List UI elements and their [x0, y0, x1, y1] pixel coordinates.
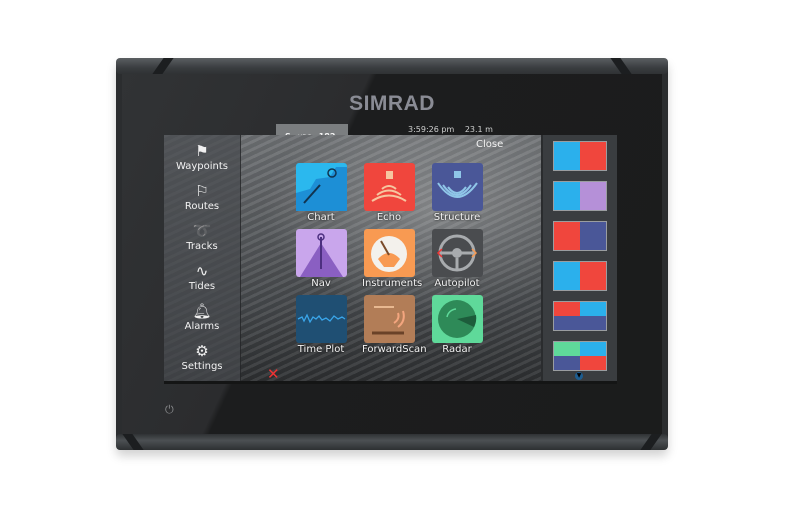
- app-label: ForwardScan: [362, 344, 427, 355]
- echo-pane: [554, 222, 580, 250]
- favorite-page[interactable]: [553, 221, 607, 251]
- sidebar-item-settings[interactable]: ⚙ Settings: [164, 341, 240, 372]
- sidebar-item-label: Tracks: [186, 241, 218, 252]
- bell-icon: 🔔︎: [192, 302, 212, 320]
- favorite-page[interactable]: [553, 141, 607, 171]
- app-label: Time Plot: [297, 344, 345, 355]
- rail-notch: [122, 434, 144, 450]
- top-rail: [116, 58, 668, 74]
- structure-pane: [580, 316, 606, 330]
- wave-icon: ∿: [195, 262, 209, 280]
- forwardscan-icon: [363, 295, 415, 343]
- app-label: Chart: [307, 212, 335, 223]
- app-label: Radar: [442, 344, 472, 355]
- app-structure[interactable]: Structure: [430, 163, 484, 224]
- chart-pane: [554, 262, 580, 290]
- chart-pane: [580, 302, 606, 316]
- chart-pane: [580, 342, 606, 356]
- screen-bottom-edge: [164, 381, 617, 384]
- app-label: Instruments: [362, 278, 423, 289]
- route-icon: ⚐: [195, 182, 209, 200]
- sidebar-item-tides[interactable]: ∿ Tides: [164, 261, 240, 292]
- echo-pane: [554, 302, 580, 316]
- app-forwardscan[interactable]: ForwardScan: [362, 295, 427, 356]
- app-label: Nav: [311, 278, 331, 289]
- favorites-column: ▼: [541, 135, 617, 381]
- radar-icon: [431, 295, 483, 343]
- favorite-page[interactable]: [553, 181, 607, 211]
- favorite-page[interactable]: [553, 261, 607, 291]
- chart-icon: [295, 163, 347, 211]
- app-label: Echo: [376, 212, 402, 223]
- sidebar-item-alarms[interactable]: 🔔︎ Alarms: [164, 301, 240, 332]
- tracks-icon: ➰: [192, 222, 212, 240]
- time-plot-icon: [295, 295, 347, 343]
- nav-pane: [580, 182, 606, 210]
- man-overboard-icon[interactable]: ✕: [267, 365, 280, 381]
- app-echo[interactable]: Echo: [362, 163, 416, 224]
- chart-pane: [554, 182, 580, 210]
- scroll-down-icon[interactable]: ▼: [575, 372, 583, 380]
- app-time-plot[interactable]: Time Plot: [294, 295, 348, 356]
- steering-wheel-icon: [431, 229, 483, 277]
- power-icon[interactable]: ⏻: [165, 404, 177, 416]
- echo-pane: [580, 356, 606, 370]
- echo-icon: [363, 163, 415, 211]
- chart-pane: [554, 142, 580, 170]
- app-chart[interactable]: Chart: [294, 163, 348, 224]
- structure-pane: [580, 222, 606, 250]
- bottom-rail: [116, 434, 668, 450]
- depth-readout: 23.1 m: [464, 125, 493, 134]
- favorite-page[interactable]: [553, 341, 607, 371]
- time-readout: 3:59:26 pm: [408, 125, 455, 134]
- rail-notch: [640, 434, 662, 450]
- sidebar-item-label: Alarms: [184, 321, 220, 332]
- brand-logo: SIMRAD: [349, 92, 435, 115]
- sidebar-item-label: Tides: [188, 281, 216, 292]
- favorite-page[interactable]: [553, 301, 607, 331]
- app-autopilot[interactable]: Autopilot: [430, 229, 484, 290]
- sidebar-item-label: Settings: [181, 361, 223, 372]
- radar-pane: [554, 342, 580, 356]
- app-label: Structure: [433, 212, 481, 223]
- sidebar-item-waypoints[interactable]: ⚑ Waypoints: [164, 141, 240, 172]
- sidebar: ⚑ Waypoints ⚐ Routes ➰ Tracks ∿ Tides 🔔︎…: [164, 135, 241, 381]
- gear-icon: ⚙: [195, 342, 209, 360]
- sidebar-item-routes[interactable]: ⚐ Routes: [164, 181, 240, 212]
- sidebar-item-label: Routes: [184, 201, 220, 212]
- app-label: Autopilot: [434, 278, 480, 289]
- instruments-icon: [363, 229, 415, 277]
- app-instruments[interactable]: Instruments: [362, 229, 423, 290]
- close-button[interactable]: Close: [476, 139, 503, 150]
- app-nav[interactable]: Nav: [294, 229, 348, 290]
- sidebar-item-tracks[interactable]: ➰ Tracks: [164, 221, 240, 252]
- structure-pane: [554, 316, 580, 330]
- rail-notch: [610, 58, 632, 74]
- app-radar[interactable]: Radar: [430, 295, 484, 356]
- structure-pane: [554, 356, 580, 370]
- echo-pane: [580, 142, 606, 170]
- nav-icon: [295, 229, 347, 277]
- flag-icon: ⚑: [195, 142, 209, 160]
- echo-pane: [580, 262, 606, 290]
- structure-icon: [431, 163, 483, 211]
- home-screen: ⚑ Waypoints ⚐ Routes ➰ Tracks ∿ Tides 🔔︎…: [164, 135, 617, 381]
- sidebar-item-label: Waypoints: [175, 161, 228, 172]
- rail-notch: [152, 58, 174, 74]
